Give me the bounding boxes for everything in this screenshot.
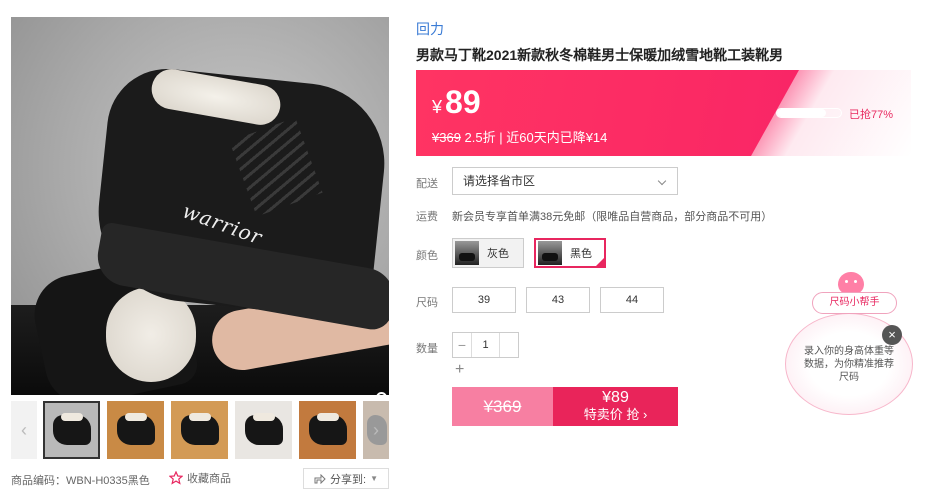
gallery-meta-row: 商品编码：WBN-H0335黑色 收藏商品 分享到: ▼: [11, 468, 389, 490]
quantity-input[interactable]: 1: [471, 333, 500, 357]
share-button[interactable]: 分享到: ▼: [303, 468, 389, 489]
freight-label: 运费: [416, 211, 438, 223]
buy-now-button[interactable]: ¥89 特卖价 抢 ›: [553, 387, 678, 426]
freight-text: 新会员专享首单满38元免邮（限唯品自营商品，部分商品不可用）: [452, 211, 773, 223]
share-label: 分享到:: [330, 473, 367, 486]
sale-price: ¥ 89: [432, 84, 481, 121]
size-option-39[interactable]: 39: [452, 287, 516, 313]
size-label: 尺码: [416, 297, 438, 309]
sold-progress-fill: [777, 109, 827, 117]
price-subline: ¥369 2.5折 | 近60天内已降¥14: [432, 127, 607, 146]
shipping-label: 配送: [416, 178, 438, 190]
color-option-label: 黑色: [570, 248, 592, 260]
selected-check-icon: [594, 256, 606, 268]
mascot-icon: [838, 272, 864, 294]
size-helper-title[interactable]: 尺码小帮手: [812, 292, 897, 314]
chevron-down-icon: [657, 176, 667, 186]
quantity-label: 数量: [416, 343, 438, 355]
region-placeholder: 请选择省市区: [463, 174, 536, 188]
currency-symbol: ¥: [432, 97, 443, 117]
color-label: 颜色: [416, 250, 438, 262]
size-option-44[interactable]: 44: [600, 287, 664, 313]
original-price: ¥369: [432, 130, 461, 145]
favorite-button[interactable]: 收藏商品: [169, 470, 231, 486]
original-price-button[interactable]: ¥369: [452, 387, 553, 426]
region-select[interactable]: 请选择省市区: [452, 167, 678, 195]
discount-rate: 2.5折: [464, 130, 496, 145]
color-option-label: 灰色: [487, 248, 509, 260]
thumbnail-strip: ‹ ›: [11, 401, 389, 459]
thumbnail-3[interactable]: [171, 401, 228, 459]
star-icon: [169, 471, 183, 485]
close-icon[interactable]: ×: [882, 325, 902, 345]
sold-progress-bar: [776, 108, 842, 118]
color-swatch-gray: [455, 241, 479, 265]
color-swatch-black: [538, 241, 562, 265]
product-title: 男款马丁靴2021新款秋冬棉鞋男士保暖加绒雪地靴工装靴男: [416, 47, 784, 63]
size-helper-text: 录入你的身高体重等数据，为你精准推荐尺码: [804, 346, 894, 383]
favorite-label: 收藏商品: [187, 473, 231, 485]
color-option-black[interactable]: 黑色: [534, 238, 606, 268]
price-banner: ¥ 89 ¥369 2.5折 | 近60天内已降¥14 已抢77%: [416, 70, 911, 156]
product-main-image[interactable]: warrior: [11, 17, 389, 395]
quantity-plus-button[interactable]: +: [455, 361, 464, 379]
zoom-icon[interactable]: [375, 391, 389, 395]
thumbnail-4[interactable]: [235, 401, 292, 459]
sold-percent-label: 已抢77%: [849, 109, 894, 121]
quantity-stepper: − 1: [452, 332, 519, 358]
sku-code: 商品编码：WBN-H0335黑色: [11, 475, 150, 487]
color-option-gray[interactable]: 灰色: [452, 238, 524, 268]
quantity-blank-cell: [500, 333, 518, 357]
brand-link[interactable]: 回力: [416, 19, 444, 39]
thumbnail-2[interactable]: [107, 401, 164, 459]
size-option-43[interactable]: 43: [526, 287, 590, 313]
thumb-next-arrow-icon[interactable]: ›: [363, 401, 389, 459]
chevron-down-icon: ▼: [370, 474, 378, 483]
buy-now-label: 特卖价 抢 ›: [583, 407, 648, 422]
price-drop-note: | 近60天内已降¥14: [499, 130, 608, 145]
quantity-minus-button[interactable]: −: [453, 333, 471, 357]
thumbnail-1[interactable]: [43, 401, 100, 459]
thumb-prev-arrow-icon[interactable]: ‹: [11, 401, 37, 459]
share-icon: [314, 473, 326, 484]
sale-price-value: 89: [445, 84, 481, 120]
thumbnail-5[interactable]: [299, 401, 356, 459]
buy-now-price: ¥89: [602, 389, 629, 406]
